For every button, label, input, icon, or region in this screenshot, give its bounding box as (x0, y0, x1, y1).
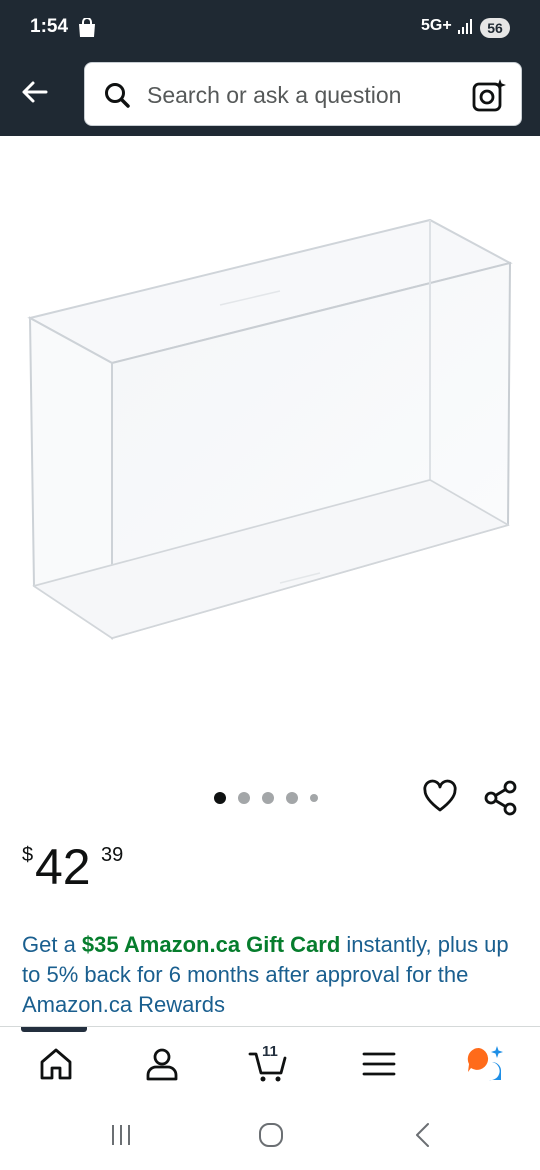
search-header (0, 56, 540, 136)
promo-highlight: $35 Amazon.ca Gift Card (81, 932, 341, 957)
image-carousel-dots[interactable] (214, 791, 318, 805)
account-icon[interactable] (142, 1044, 182, 1084)
product-image[interactable] (20, 205, 520, 655)
cart-count: 11 (262, 1043, 278, 1060)
battery-indicator: 56 (480, 18, 510, 38)
search-icon (105, 83, 130, 108)
heart-icon[interactable] (422, 779, 458, 815)
home-icon[interactable] (36, 1044, 76, 1084)
carousel-dot[interactable] (286, 792, 298, 804)
promo-text-start: Get a (22, 932, 82, 957)
carousel-dot[interactable] (238, 792, 250, 804)
system-nav-bar (0, 1100, 540, 1170)
signal-icon (458, 19, 472, 34)
bottom-nav: 11 (0, 1026, 540, 1100)
back-arrow-icon[interactable] (16, 74, 52, 110)
gift-card-promo[interactable]: Get a $35 Amazon.ca Gift Card instantly,… (22, 930, 522, 1020)
search-bar[interactable] (84, 62, 522, 126)
cart-button[interactable]: 11 (248, 1043, 288, 1084)
bag-icon (79, 18, 95, 37)
share-icon[interactable] (482, 779, 520, 817)
menu-icon[interactable] (359, 1044, 399, 1084)
network-type: 5G+ (421, 17, 452, 34)
carousel-dot-active[interactable] (214, 792, 226, 804)
ai-assistant-icon[interactable] (465, 1044, 505, 1084)
nav-active-indicator (21, 1027, 87, 1032)
price-fraction: 39 (101, 844, 124, 866)
status-bar: 1:54 5G+ 56 (0, 0, 540, 56)
price-currency-symbol: $ (22, 844, 34, 866)
price-whole: 42 (35, 839, 91, 895)
status-time: 1:54 (30, 16, 69, 37)
carousel-dot[interactable] (310, 794, 318, 802)
carousel-dot[interactable] (262, 792, 274, 804)
camera-icon[interactable] (471, 77, 507, 113)
recent-apps-icon[interactable] (106, 1120, 136, 1150)
system-back-icon[interactable] (408, 1120, 438, 1150)
search-input[interactable] (147, 79, 467, 111)
system-home-icon[interactable] (256, 1120, 286, 1150)
